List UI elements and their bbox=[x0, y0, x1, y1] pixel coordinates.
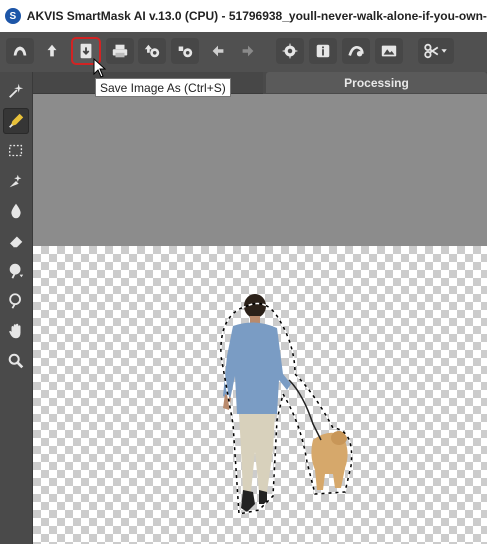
cutout-image bbox=[220, 294, 353, 515]
feedback-button[interactable] bbox=[342, 38, 370, 64]
tools-panel bbox=[0, 72, 33, 544]
pen-brush-icon bbox=[9, 113, 24, 128]
image-canvas[interactable] bbox=[33, 94, 487, 544]
wave-icon bbox=[348, 45, 364, 57]
info-icon bbox=[316, 44, 330, 58]
restore-brush-icon bbox=[9, 293, 21, 309]
rect-select-icon bbox=[9, 144, 23, 157]
magnifier-icon bbox=[8, 353, 24, 369]
title-bar: S AKVIS SmartMask AI v.13.0 (CPU) - 5179… bbox=[0, 0, 487, 32]
tool-smudge[interactable] bbox=[3, 198, 29, 224]
drop-icon bbox=[11, 203, 21, 219]
tab-processing[interactable]: Processing bbox=[266, 72, 487, 93]
upload-settings-button[interactable] bbox=[138, 38, 166, 64]
open-image-button[interactable] bbox=[38, 38, 66, 64]
history-brush-icon bbox=[9, 263, 24, 279]
help-button[interactable] bbox=[309, 38, 337, 64]
eraser-icon bbox=[9, 236, 23, 248]
home-icon bbox=[13, 46, 27, 56]
arrow-right-icon bbox=[242, 45, 254, 57]
run-button[interactable] bbox=[276, 38, 304, 64]
print-button[interactable] bbox=[106, 38, 134, 64]
magic-brush-icon bbox=[9, 174, 22, 188]
tool-ai-select[interactable] bbox=[3, 78, 29, 104]
tool-magic-brush[interactable] bbox=[3, 168, 29, 194]
gear-run-icon bbox=[281, 42, 299, 60]
window-title: AKVIS SmartMask AI v.13.0 (CPU) - 517969… bbox=[26, 9, 487, 23]
magic-icon bbox=[9, 83, 24, 98]
upload-gear-icon bbox=[144, 44, 160, 58]
scissors-icon bbox=[424, 43, 447, 59]
settings-button[interactable] bbox=[171, 38, 199, 64]
tool-zoom[interactable] bbox=[3, 348, 29, 374]
mouse-cursor-icon bbox=[93, 58, 107, 78]
tool-selection-brush[interactable] bbox=[3, 108, 29, 134]
tool-eraser[interactable] bbox=[3, 228, 29, 254]
dog-figure bbox=[311, 431, 348, 490]
gear-icon bbox=[178, 46, 193, 58]
hand-icon bbox=[9, 323, 21, 339]
tool-hand[interactable] bbox=[3, 318, 29, 344]
image-icon bbox=[381, 45, 397, 57]
app-logo-icon: S bbox=[5, 8, 21, 24]
printer-icon bbox=[112, 44, 128, 58]
home-button[interactable] bbox=[6, 38, 34, 64]
undo-button[interactable] bbox=[204, 38, 232, 64]
tool-history-brush[interactable] bbox=[3, 258, 29, 284]
tool-restore-brush[interactable] bbox=[3, 288, 29, 314]
ai-dropdown-button[interactable] bbox=[418, 38, 454, 64]
top-toolbar bbox=[0, 32, 487, 73]
tool-rect-selection[interactable] bbox=[3, 138, 29, 164]
background-image-button[interactable] bbox=[375, 38, 403, 64]
tooltip: Save Image As (Ctrl+S) bbox=[95, 78, 231, 97]
upload-icon bbox=[47, 44, 57, 57]
redo-button[interactable] bbox=[234, 38, 262, 64]
arrow-left-icon bbox=[212, 45, 224, 57]
